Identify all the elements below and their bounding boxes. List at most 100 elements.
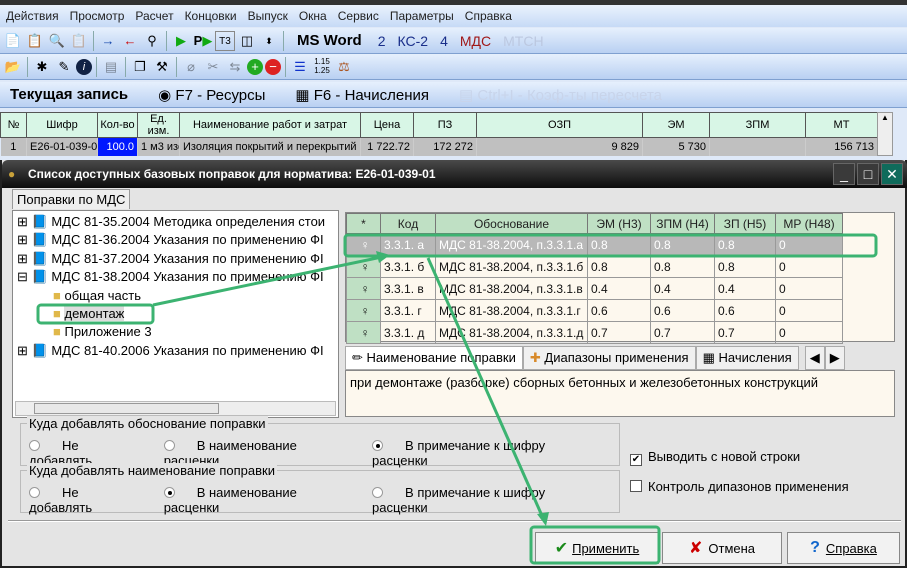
col-mt[interactable]: МТ [805, 112, 878, 138]
grid-cell[interactable]: 0.8 [587, 233, 651, 256]
tree-hscrollbar[interactable] [15, 401, 336, 416]
document-icon[interactable]: ▤ [101, 57, 121, 77]
clipboard-search-icon[interactable]: 🔍 [47, 31, 67, 51]
grid-cell[interactable]: МДС 81-38.2004, п.3.3.1.д [435, 321, 588, 344]
grid-cell[interactable]: 3.3.1. а [380, 233, 436, 256]
tree-item[interactable]: ⊞ 📘 МДС 81-37.2004 Указания по применени… [17, 251, 324, 267]
cut-icon[interactable]: ✂ [203, 57, 223, 77]
apply-button[interactable]: ✔ Применить [535, 532, 659, 564]
bulb-icon[interactable]: ♀ [346, 255, 381, 278]
col-num[interactable]: № [0, 112, 27, 138]
grid-cell[interactable]: 3.3.1. г [380, 299, 436, 322]
cell[interactable]: Е26-01-039-01 [26, 137, 98, 156]
tools-icon[interactable]: ⚒ [152, 57, 172, 77]
radio-button[interactable] [29, 440, 40, 451]
tab-charges[interactable]: ▦ Начисления [695, 346, 799, 370]
coef-button[interactable]: ▤ Ctrl+I - Коэф-ты пересчета [459, 86, 662, 104]
attach-icon[interactable]: ⌀ [181, 57, 201, 77]
grid-cell[interactable]: 0.4 [587, 277, 651, 300]
grid-cell[interactable]: МДС 81-38.2004, п.3.3.1.г [435, 299, 588, 322]
number-back-icon[interactable]: ← [120, 31, 140, 51]
menu-output[interactable]: Выпуск [248, 9, 288, 23]
menu-help[interactable]: Справка [465, 9, 512, 23]
grid-cell[interactable]: 0 [775, 277, 843, 300]
col-em[interactable]: ЭМ [642, 112, 710, 138]
cell[interactable]: Изоляция покрытий и перекрытий изде... [179, 137, 361, 156]
radio-button[interactable] [372, 487, 384, 498]
col-unit[interactable]: Ед. изм. [137, 112, 180, 138]
grid-cell[interactable]: 0 [775, 321, 843, 344]
new-line-checkbox[interactable]: ✔ Выводить с новой строки [630, 449, 800, 466]
col-mr[interactable]: МР (Н48) [775, 213, 843, 234]
number-forward-icon[interactable]: → [98, 31, 118, 51]
tree-item[interactable]: ⊞ 📘 МДС 81-35.2004 Методика определения … [17, 214, 325, 230]
cell[interactable]: 1 722.72 [360, 137, 414, 156]
col-ozp[interactable]: ОЗП [476, 112, 643, 138]
colors-icon[interactable]: ✱ [32, 57, 52, 77]
grid-cell[interactable]: МДС 81-38.2004, п.3.3.1.б [435, 255, 588, 278]
coefficients-icon[interactable]: 1.15 1.25 [312, 57, 332, 77]
play-p-icon[interactable]: P▶ [193, 31, 213, 51]
ms-word-button[interactable]: MS Word [297, 32, 362, 49]
grid-cell[interactable]: МДС 81-38.2004, п.3.3.1.а [435, 233, 588, 256]
checkbox-box[interactable] [630, 480, 642, 492]
tree-item[interactable]: ⊞ 📘 МДС 81-36.2004 Указания по применени… [17, 232, 324, 248]
bulb-icon[interactable]: ♀ [346, 277, 381, 300]
mtsn-button[interactable]: МТСН [503, 33, 543, 49]
cell[interactable]: 156 713 [805, 137, 878, 156]
menu-windows[interactable]: Окна [299, 9, 327, 23]
play-icon[interactable]: ▶ [171, 31, 191, 51]
bulb-icon[interactable]: ♀ [346, 299, 381, 322]
copy-icon[interactable]: 📄 [3, 31, 23, 51]
cell[interactable]: 9 829 [476, 137, 643, 156]
tree-item-expanded[interactable]: ⊟ 📘 МДС 81-38.2004 Указания по применени… [17, 269, 324, 285]
binoculars-icon[interactable]: ⚲ [142, 31, 162, 51]
col-code[interactable]: Шифр [26, 112, 98, 138]
radio-button[interactable] [29, 487, 40, 498]
checkbox-box[interactable]: ✔ [630, 454, 642, 466]
tree-item-selected[interactable]: ■ демонтаж [53, 306, 125, 321]
menu-endings[interactable]: Концовки [185, 9, 237, 23]
resources-button[interactable]: ◉ F7 - Ресурсы [158, 86, 265, 104]
tab-correction-name[interactable]: ✏ Наименование поправки [345, 346, 523, 370]
tab-ranges[interactable]: ✚ Диапазоны применения [522, 346, 696, 370]
grid-cell[interactable]: 0.8 [714, 233, 776, 256]
grid-row[interactable]: ♀ 3.3.1. а МДС 81-38.2004, п.3.3.1.а 0.8 0.8… [346, 233, 843, 256]
updown-icon[interactable]: ⬍ [259, 31, 279, 51]
grid-cell[interactable]: 0.8 [650, 255, 715, 278]
col-basis[interactable]: Обоснование [435, 213, 588, 234]
tree-item[interactable]: ⊞ 📘 МДС 81-40.2006 Указания по применени… [17, 343, 324, 359]
grid-row[interactable]: ♀ 3.3.1. д МДС 81-38.2004, п.3.3.1.д 0.7 0.7… [346, 321, 843, 344]
info-icon[interactable]: i [76, 58, 92, 75]
cell[interactable]: 172 272 [413, 137, 477, 156]
folder-open-icon[interactable]: 📂 [3, 57, 23, 77]
qty-cell[interactable]: 100.0 [97, 137, 138, 156]
tab-scroll-left[interactable]: ◀ [804, 346, 825, 370]
tree-item[interactable]: ■ Приложение 3 [53, 324, 152, 339]
cell[interactable]: 1 м3 изол [137, 137, 180, 156]
cell[interactable]: 5 730 [642, 137, 710, 156]
bulb-icon[interactable]: ♀ [346, 321, 381, 344]
btn-4[interactable]: 4 [440, 33, 448, 49]
add-icon[interactable]: + [247, 58, 263, 75]
col-zpm[interactable]: ЗПМ (Н4) [650, 213, 715, 234]
tab-mds-corrections[interactable]: Поправки по МДС [12, 189, 131, 209]
radio-option[interactable]: В примечание к шифру расценки [372, 438, 597, 468]
edit-icon[interactable]: ✎ [54, 57, 74, 77]
ks2-button[interactable]: КС-2 [398, 33, 429, 49]
grid-cell[interactable]: 0.6 [587, 299, 651, 322]
menu-view[interactable]: Просмотр [70, 9, 125, 23]
grid-cell[interactable]: 0 [775, 255, 843, 278]
lines-icon[interactable]: ☰ [290, 57, 310, 77]
radio-option[interactable]: В наименование расценки [163, 485, 350, 515]
grid-row[interactable]: ♀ 3.3.1. г МДС 81-38.2004, п.3.3.1.г 0.6 0.6… [346, 299, 843, 322]
minimize-button[interactable]: _ [833, 163, 855, 185]
grid-cell[interactable]: 0.7 [650, 321, 715, 344]
pages-icon[interactable]: ❐ [130, 57, 150, 77]
grid-cell[interactable]: 0.8 [650, 233, 715, 256]
maximize-button[interactable]: □ [857, 163, 879, 185]
columns-icon[interactable]: ◫ [237, 31, 257, 51]
menu-service[interactable]: Сервис [338, 9, 379, 23]
grid-row[interactable]: ♀ 3.3.1. в МДС 81-38.2004, п.3.3.1.в 0.4 0.4… [346, 277, 843, 300]
mds-button[interactable]: МДС [460, 33, 491, 49]
